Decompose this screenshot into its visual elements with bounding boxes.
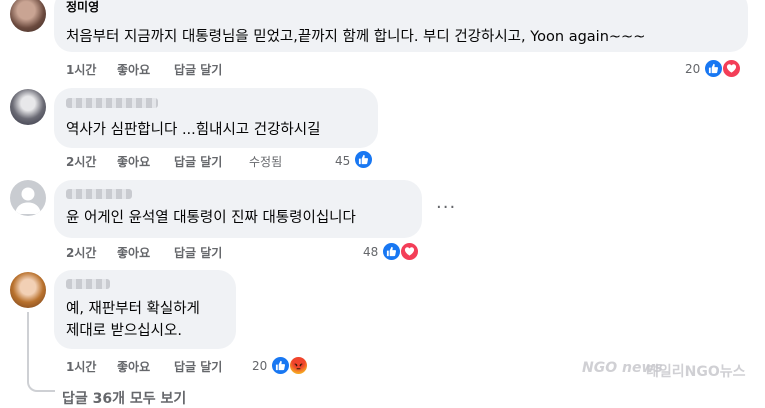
comment-text: 처음부터 지금까지 대통령님을 믿었고,끝까지 함께 합니다. 부디 건강하시고…	[66, 29, 646, 45]
edited-label: 수정됨	[249, 155, 283, 169]
reaction-count[interactable]: 48	[363, 245, 378, 259]
comment-text-line-2: 제대로 받으십시오.	[66, 323, 182, 339]
avatar[interactable]	[10, 0, 46, 32]
avatar[interactable]	[10, 272, 46, 308]
comment-text: 윤 어게인 윤석열 대통령이 진짜 대통령이십니다	[66, 210, 356, 226]
reaction-count[interactable]: 20	[252, 359, 267, 373]
thread-line	[27, 312, 55, 392]
avatar[interactable]	[10, 180, 46, 216]
avatar[interactable]	[10, 89, 46, 125]
reply-button[interactable]: 답글 달기	[174, 153, 222, 170]
like-icon[interactable]	[704, 59, 723, 78]
love-icon[interactable]	[400, 242, 419, 261]
like-button[interactable]: 좋아요	[117, 244, 150, 261]
love-icon[interactable]	[722, 59, 741, 78]
comment-time[interactable]: 1시간	[66, 61, 96, 78]
comment-time[interactable]: 1시간	[66, 358, 96, 375]
like-button[interactable]: 좋아요	[117, 358, 150, 375]
reaction-count[interactable]: 20	[685, 62, 700, 76]
like-icon[interactable]	[271, 356, 290, 375]
comment-author[interactable]	[66, 189, 132, 199]
comment-author[interactable]	[66, 279, 110, 289]
like-button[interactable]: 좋아요	[117, 61, 150, 78]
like-icon[interactable]	[382, 242, 401, 261]
comment-text: 역사가 심판합니다 ...힘내시고 건강하시길	[66, 122, 321, 138]
reply-button[interactable]: 답글 달기	[174, 358, 222, 375]
comment-text-line-1: 예, 재판부터 확실하게	[66, 301, 200, 317]
view-all-replies-link[interactable]: 답글 36개 모두 보기	[62, 388, 186, 408]
comment-time[interactable]: 2시간	[66, 244, 96, 261]
comment-author[interactable]: 정미영	[66, 0, 99, 15]
comment-time[interactable]: 2시간	[66, 153, 96, 170]
more-options-icon[interactable]: ···	[436, 197, 456, 218]
comment-author[interactable]	[66, 98, 158, 108]
like-icon[interactable]	[354, 150, 373, 169]
reaction-count[interactable]: 45	[335, 154, 350, 168]
watermark: 데일리NGO뉴스	[646, 364, 746, 380]
reply-button[interactable]: 답글 달기	[174, 244, 222, 261]
angry-icon[interactable]	[289, 356, 308, 375]
reply-button[interactable]: 답글 달기	[174, 61, 222, 78]
like-button[interactable]: 좋아요	[117, 153, 150, 170]
